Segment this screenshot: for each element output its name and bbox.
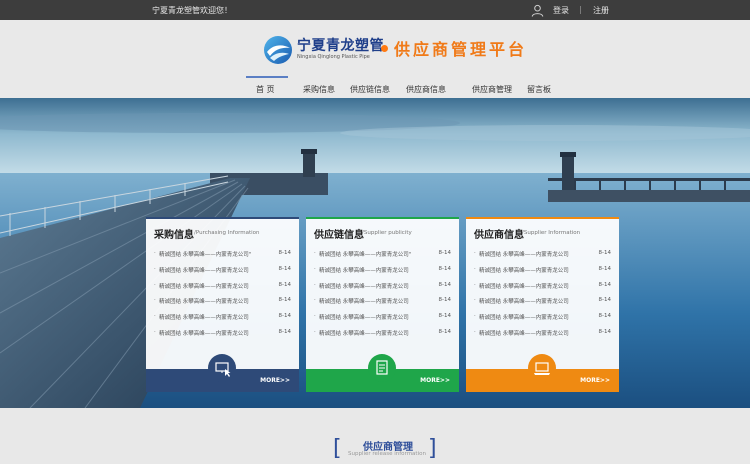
card-title[interactable]: 供应链信息 [314, 226, 364, 241]
topbar-separator: | [579, 5, 582, 14]
list-item[interactable]: · 精诚团结 永攀高峰——内蒙青龙公司 8-14 [474, 264, 615, 280]
nav-supply-chain[interactable]: 供应链信息 [350, 84, 390, 95]
register-link[interactable]: 注册 [593, 5, 609, 16]
list-item[interactable]: · 精诚团结 永攀高峰——内蒙青龙公司 8-14 [154, 280, 295, 296]
section-subtitle: Supplier release information [348, 451, 426, 457]
card-accent-line [146, 217, 299, 219]
list-item[interactable]: · 精诚团结 永攀高峰——内蒙青龙公司 8-14 [314, 264, 455, 280]
list-item[interactable]: · 精诚团结 永攀高峰——内蒙青龙公司" 8-14 [154, 248, 295, 264]
nav-home[interactable]: 首 页 [256, 84, 275, 95]
news-list: · 精诚团结 永攀高峰——内蒙青龙公司" 8-14 · 精诚团结 永攀高峰——内蒙青龙… [314, 248, 455, 343]
list-item[interactable]: · 精诚团结 永攀高峰——内蒙青龙公司 8-14 [474, 248, 615, 264]
card-accent-line [466, 217, 619, 219]
monitor-cursor-icon [208, 354, 236, 382]
supplier-management-section: [ 供应商管理 Supplier release information ] [0, 408, 750, 464]
user-icon [531, 4, 544, 17]
card-accent-line [306, 217, 459, 219]
list-item[interactable]: · 精诚团结 永攀高峰——内蒙青龙公司 8-14 [154, 327, 295, 343]
list-item[interactable]: · 精诚团结 永攀高峰——内蒙青龙公司 8-14 [314, 311, 455, 327]
title-bracket-left: [ [333, 436, 342, 461]
card-subtitle: /Supplier Information [522, 230, 581, 236]
company-logo-icon[interactable] [263, 35, 293, 65]
list-item[interactable]: · 精诚团结 永攀高峰——内蒙青龙公司 8-14 [154, 264, 295, 280]
brand-name-en: Ningxia Qinglong Plastic Pipe [297, 54, 370, 60]
welcome-text: 宁夏青龙塑管欢迎您！ [152, 6, 232, 15]
login-link[interactable]: 登录 [553, 5, 569, 16]
list-item[interactable]: · 精诚团结 永攀高峰——内蒙青龙公司" 8-14 [314, 248, 455, 264]
news-list: · 精诚团结 永攀高峰——内蒙青龙公司" 8-14 · 精诚团结 永攀高峰——内蒙青龙… [154, 248, 295, 343]
card-title[interactable]: 采购信息 [154, 226, 194, 241]
nav-supplier-info[interactable]: 供应商信息 [406, 84, 446, 95]
list-item[interactable]: · 精诚团结 永攀高峰——内蒙青龙公司 8-14 [474, 311, 615, 327]
nav-active-indicator [246, 76, 288, 78]
purchasing-info-card: 采购信息 /Purchasing Information · 精诚团结 永攀高峰—… [146, 217, 299, 392]
card-title[interactable]: 供应商信息 [474, 226, 524, 241]
main-nav: 首 页 采购信息 供应链信息 供应商信息 供应商管理 留言板 [0, 76, 750, 98]
top-bar: 宁夏青龙塑管欢迎您！ 登录 | 注册 [0, 0, 750, 20]
supply-chain-info-card: 供应链信息 /Supplier publicity · 精诚团结 永攀高峰——内蒙… [306, 217, 459, 392]
card-subtitle: /Supplier publicity [362, 230, 412, 236]
more-link[interactable]: MORE>> [260, 377, 290, 384]
nav-purchasing[interactable]: 采购信息 [303, 84, 335, 95]
document-stack-icon [368, 354, 396, 382]
list-item[interactable]: · 精诚团结 永攀高峰——内蒙青龙公司 8-14 [474, 280, 615, 296]
platform-slogan: 供应商管理平台 [394, 40, 528, 59]
list-item[interactable]: · 精诚团结 永攀高峰——内蒙青龙公司 8-14 [314, 280, 455, 296]
list-item[interactable]: · 精诚团结 永攀高峰——内蒙青龙公司 8-14 [474, 295, 615, 311]
list-item[interactable]: · 精诚团结 永攀高峰——内蒙青龙公司 8-14 [474, 327, 615, 343]
slogan-dot [381, 45, 388, 52]
brand-name-cn: 宁夏青龙塑管 [297, 38, 384, 54]
supplier-info-card: 供应商信息 /Supplier Information · 精诚团结 永攀高峰——… [466, 217, 619, 392]
laptop-icon [528, 354, 556, 382]
title-bracket-right: ] [428, 436, 437, 461]
news-list: · 精诚团结 永攀高峰——内蒙青龙公司 8-14 · 精诚团结 永攀高峰——内蒙青龙公… [474, 248, 615, 343]
list-item[interactable]: · 精诚团结 永攀高峰——内蒙青龙公司 8-14 [314, 295, 455, 311]
card-subtitle: /Purchasing Information [194, 230, 260, 236]
nav-message-board[interactable]: 留言板 [527, 84, 551, 95]
list-item[interactable]: · 精诚团结 永攀高峰——内蒙青龙公司 8-14 [154, 295, 295, 311]
more-link[interactable]: MORE>> [580, 377, 610, 384]
nav-supplier-management[interactable]: 供应商管理 [472, 84, 512, 95]
site-header: 宁夏青龙塑管 Ningxia Qinglong Plastic Pipe 供应商… [0, 20, 750, 98]
list-item[interactable]: · 精诚团结 永攀高峰——内蒙青龙公司 8-14 [154, 311, 295, 327]
more-link[interactable]: MORE>> [420, 377, 450, 384]
list-item[interactable]: · 精诚团结 永攀高峰——内蒙青龙公司 8-14 [314, 327, 455, 343]
